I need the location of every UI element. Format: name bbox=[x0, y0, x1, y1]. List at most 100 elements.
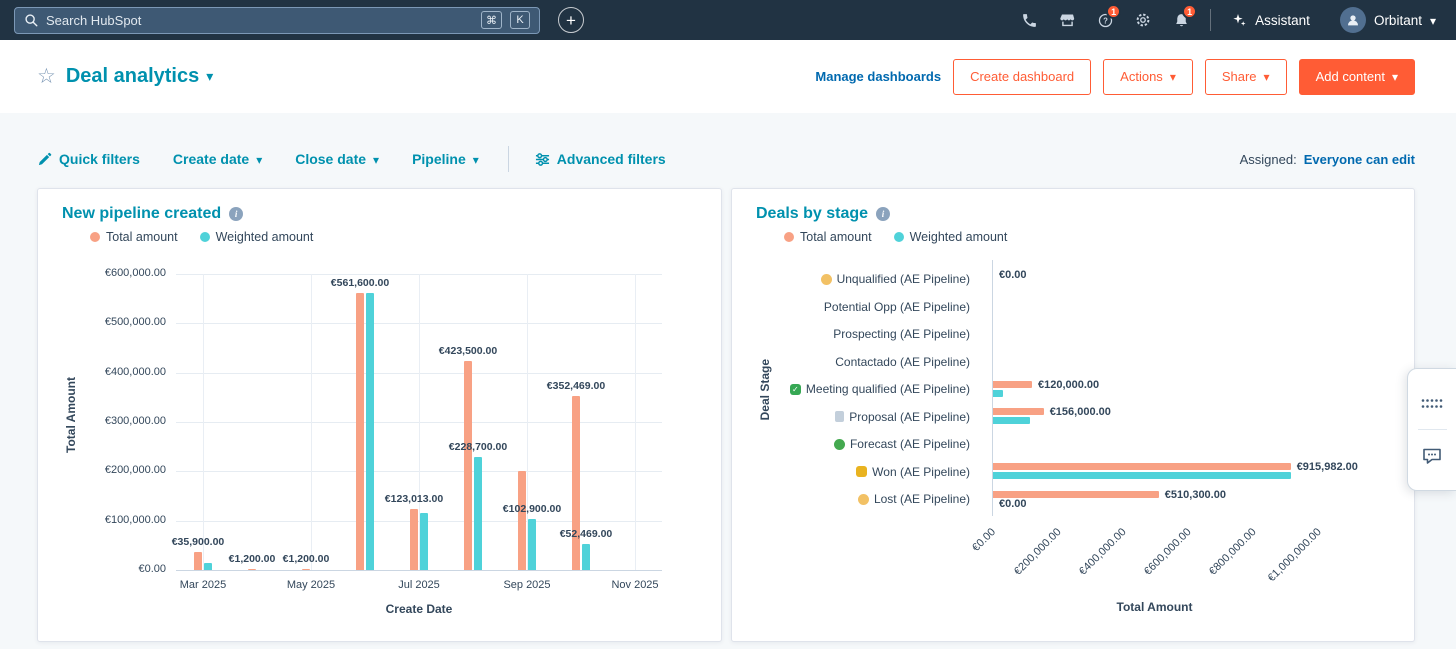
legend-item-total[interactable]: Total amount bbox=[784, 230, 872, 244]
info-icon[interactable]: i bbox=[876, 207, 890, 221]
cmd-key-badge: ⌘ bbox=[481, 11, 502, 29]
create-dashboard-label: Create dashboard bbox=[970, 69, 1074, 84]
total-amount-bar[interactable] bbox=[410, 509, 418, 570]
weighted-amount-bar[interactable] bbox=[420, 513, 428, 570]
x-axis-tick-label: May 2025 bbox=[271, 579, 351, 591]
calling-button[interactable] bbox=[1010, 4, 1048, 36]
bar-value-label: €228,700.00 bbox=[449, 441, 507, 453]
chevron-down-icon bbox=[473, 151, 479, 167]
h-gridline bbox=[176, 570, 662, 571]
y-axis-tick-label: €400,000.00 bbox=[62, 366, 166, 378]
actions-button[interactable]: Actions bbox=[1103, 59, 1193, 95]
legend-dot-weighted bbox=[200, 232, 210, 242]
weighted-amount-bar[interactable] bbox=[528, 519, 536, 570]
stage-emoji-icon bbox=[790, 384, 801, 395]
advanced-filters-button[interactable]: Advanced filters bbox=[535, 151, 666, 167]
weighted-amount-bar[interactable] bbox=[582, 544, 590, 570]
favorite-star-icon[interactable] bbox=[37, 66, 56, 87]
page-title: Deal analytics bbox=[66, 65, 199, 88]
help-button[interactable]: ? 1 bbox=[1086, 4, 1124, 36]
total-amount-bar[interactable] bbox=[572, 396, 580, 570]
search-input[interactable] bbox=[46, 13, 473, 28]
dashboard-title-dropdown[interactable]: Deal analytics bbox=[66, 65, 213, 88]
chat-bubble-icon bbox=[1422, 447, 1442, 465]
quick-filters-label: Quick filters bbox=[59, 151, 140, 167]
manage-dashboards-link[interactable]: Manage dashboards bbox=[815, 69, 941, 84]
weighted-amount-bar[interactable] bbox=[993, 417, 1030, 424]
add-content-button[interactable]: Add content bbox=[1299, 59, 1415, 95]
create-dashboard-button[interactable]: Create dashboard bbox=[953, 59, 1091, 95]
global-search[interactable]: ⌘ K bbox=[14, 7, 540, 34]
legend-item-weighted[interactable]: Weighted amount bbox=[894, 230, 1008, 244]
bar-value-label: €0.00 bbox=[999, 498, 1027, 510]
bar-value-label: €120,000.00 bbox=[1038, 379, 1099, 391]
total-amount-bar[interactable] bbox=[356, 293, 364, 570]
x-axis-tick-label: €600,000.00 bbox=[1142, 526, 1194, 578]
create-date-label: Create date bbox=[173, 151, 249, 167]
bar-value-label: €0.00 bbox=[999, 269, 1027, 281]
total-amount-bar[interactable] bbox=[194, 552, 202, 570]
legend-item-weighted[interactable]: Weighted amount bbox=[200, 230, 314, 244]
add-content-label: Add content bbox=[1316, 69, 1385, 84]
notifications-badge: 1 bbox=[1182, 4, 1197, 19]
x-axis-tick-label: Sep 2025 bbox=[487, 579, 567, 591]
weighted-amount-bar[interactable] bbox=[993, 472, 1291, 479]
assistant-button[interactable]: Assistant bbox=[1221, 6, 1320, 34]
weighted-amount-bar[interactable] bbox=[993, 390, 1003, 397]
x-axis-tick-label: Jul 2025 bbox=[379, 579, 459, 591]
total-amount-bar[interactable] bbox=[248, 569, 256, 571]
share-button[interactable]: Share bbox=[1205, 59, 1287, 95]
account-menu[interactable]: Orbitant bbox=[1334, 3, 1442, 37]
account-name: Orbitant bbox=[1374, 13, 1422, 28]
total-amount-bar[interactable] bbox=[993, 408, 1044, 415]
weighted-amount-bar[interactable] bbox=[204, 563, 212, 570]
y-axis-title: Deal Stage bbox=[758, 359, 772, 420]
top-nav: ⌘ K ? 1 1 bbox=[0, 0, 1456, 40]
total-amount-bar[interactable] bbox=[993, 463, 1291, 470]
legend-item-total[interactable]: Total amount bbox=[90, 230, 178, 244]
total-amount-bar[interactable] bbox=[464, 361, 472, 570]
x-axis-title: Total Amount bbox=[992, 600, 1317, 614]
close-date-filter[interactable]: Close date bbox=[295, 151, 379, 167]
y-axis-tick-label: €0.00 bbox=[62, 563, 166, 575]
legend-dot-total bbox=[784, 232, 794, 242]
v-gridline bbox=[203, 274, 204, 570]
quick-filters-button[interactable]: Quick filters bbox=[37, 151, 140, 167]
total-amount-bar[interactable] bbox=[518, 471, 526, 570]
legend-label: Weighted amount bbox=[910, 230, 1008, 244]
apps-grid-button[interactable] bbox=[1408, 377, 1456, 429]
deal-stage-label: Lost (AE Pipeline) bbox=[756, 491, 970, 507]
info-icon[interactable]: i bbox=[229, 207, 243, 221]
v-gridline bbox=[311, 274, 312, 570]
sparkle-icon bbox=[1231, 12, 1247, 28]
notifications-button[interactable]: 1 bbox=[1162, 4, 1200, 36]
v-gridline bbox=[635, 274, 636, 570]
chevron-down-icon bbox=[1392, 69, 1398, 84]
total-amount-bar[interactable] bbox=[993, 381, 1032, 388]
deal-stage-label: Unqualified (AE Pipeline) bbox=[756, 271, 970, 287]
total-amount-bar[interactable] bbox=[302, 569, 310, 571]
pipeline-filter[interactable]: Pipeline bbox=[412, 151, 479, 167]
legend-label: Weighted amount bbox=[216, 230, 314, 244]
weighted-amount-bar[interactable] bbox=[366, 293, 374, 570]
total-amount-bar[interactable] bbox=[993, 491, 1159, 498]
chevron-down-icon bbox=[206, 69, 213, 84]
assigned-value-link[interactable]: Everyone can edit bbox=[1304, 152, 1415, 167]
marketplace-button[interactable] bbox=[1048, 4, 1086, 36]
create-date-filter[interactable]: Create date bbox=[173, 151, 262, 167]
legend-dot-weighted bbox=[894, 232, 904, 242]
y-axis-tick-label: €500,000.00 bbox=[62, 316, 166, 328]
x-axis-tick-label: Nov 2025 bbox=[595, 579, 675, 591]
nav-divider bbox=[1210, 9, 1211, 31]
floating-side-widget bbox=[1407, 368, 1456, 491]
report-title: Deals by stage bbox=[756, 205, 868, 223]
deal-stage-label: Proposal (AE Pipeline) bbox=[756, 409, 970, 425]
weighted-amount-bar[interactable] bbox=[474, 457, 482, 570]
settings-button[interactable] bbox=[1124, 4, 1162, 36]
quick-create-button[interactable] bbox=[558, 7, 584, 33]
y-axis-tick-label: €100,000.00 bbox=[62, 514, 166, 526]
report-card-new-pipeline: New pipeline created i Total amount Weig… bbox=[37, 188, 722, 642]
chat-feedback-button[interactable] bbox=[1408, 430, 1456, 482]
chevron-down-icon bbox=[1170, 69, 1176, 84]
stage-emoji-icon bbox=[821, 274, 832, 285]
